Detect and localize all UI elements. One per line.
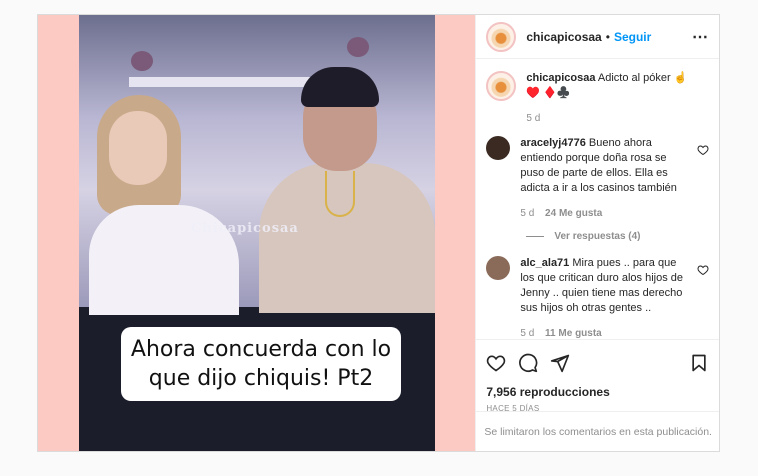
person-right xyxy=(259,67,435,313)
more-options-icon[interactable]: ⋯ xyxy=(692,27,709,47)
view-replies-button[interactable]: Ver respuestas (4) xyxy=(526,231,709,242)
view-replies-label: Ver respuestas (4) xyxy=(554,231,641,242)
post-card: Chicapicosaa Ahora concuerda con lo que … xyxy=(37,14,720,452)
like-heart-icon[interactable] xyxy=(486,353,506,373)
comment-item: aracelyj4776 Bueno ahora entiendo porque… xyxy=(486,136,709,221)
commenter-avatar[interactable] xyxy=(486,136,511,160)
post-sidebar: chicapicosaa • Seguir ⋯ chicapicosaa Adi… xyxy=(475,15,719,451)
save-bookmark-icon[interactable] xyxy=(689,353,709,373)
profile-username[interactable]: chicapicosaa xyxy=(526,30,601,44)
background-plant xyxy=(131,51,153,71)
comment-likes[interactable]: 24 Me gusta xyxy=(545,208,602,219)
comment-item: alc_ala71 Mira pues .. para que los que … xyxy=(486,256,709,339)
comment-time[interactable]: 5 d xyxy=(520,208,534,219)
comment-bubble-icon[interactable] xyxy=(518,353,538,373)
comment-time[interactable]: 5 d xyxy=(520,328,534,339)
video-caption-line: que dijo chiquis! Pt2 xyxy=(148,366,374,391)
media-panel: Chicapicosaa Ahora concuerda con lo que … xyxy=(38,15,476,451)
video-watermark: Chicapicosaa xyxy=(191,221,299,236)
like-comment-heart-icon[interactable] xyxy=(697,264,709,276)
separator-dot: • xyxy=(605,29,610,44)
video-caption-line: Ahora concuerda con lo xyxy=(130,337,392,362)
view-count[interactable]: 7,956 reproducciones xyxy=(476,385,719,399)
action-bar xyxy=(476,339,719,385)
comments-limited-notice: Se limitaron los comentarios en esta pub… xyxy=(476,411,719,451)
comment-likes[interactable]: 11 Me gusta xyxy=(545,328,602,339)
profile-avatar[interactable] xyxy=(486,21,517,52)
post-header: chicapicosaa • Seguir ⋯ xyxy=(476,15,719,59)
comments-list[interactable]: chicapicosaa Adicto al póker ☝️♥️ ♦️♣️ 5… xyxy=(476,59,719,339)
background-plant xyxy=(347,37,369,57)
video-frame: Chicapicosaa xyxy=(79,15,435,315)
caption-username[interactable]: chicapicosaa xyxy=(526,72,595,84)
caption-avatar[interactable] xyxy=(486,71,517,101)
video-caption: Ahora concuerda con lo que dijo chiquis!… xyxy=(121,327,401,401)
follow-button[interactable]: Seguir xyxy=(614,30,651,44)
person-left xyxy=(89,95,249,315)
caption-time[interactable]: 5 d xyxy=(526,113,540,124)
share-send-icon[interactable] xyxy=(550,353,570,373)
caption-item: chicapicosaa Adicto al póker ☝️♥️ ♦️♣️ 5… xyxy=(486,71,709,126)
comment-username[interactable]: alc_ala71 xyxy=(520,257,569,269)
comment-username[interactable]: aracelyj4776 xyxy=(520,137,585,149)
commenter-avatar[interactable] xyxy=(486,256,511,280)
video-player[interactable]: Chicapicosaa Ahora concuerda con lo que … xyxy=(79,15,435,451)
like-comment-heart-icon[interactable] xyxy=(697,144,709,156)
